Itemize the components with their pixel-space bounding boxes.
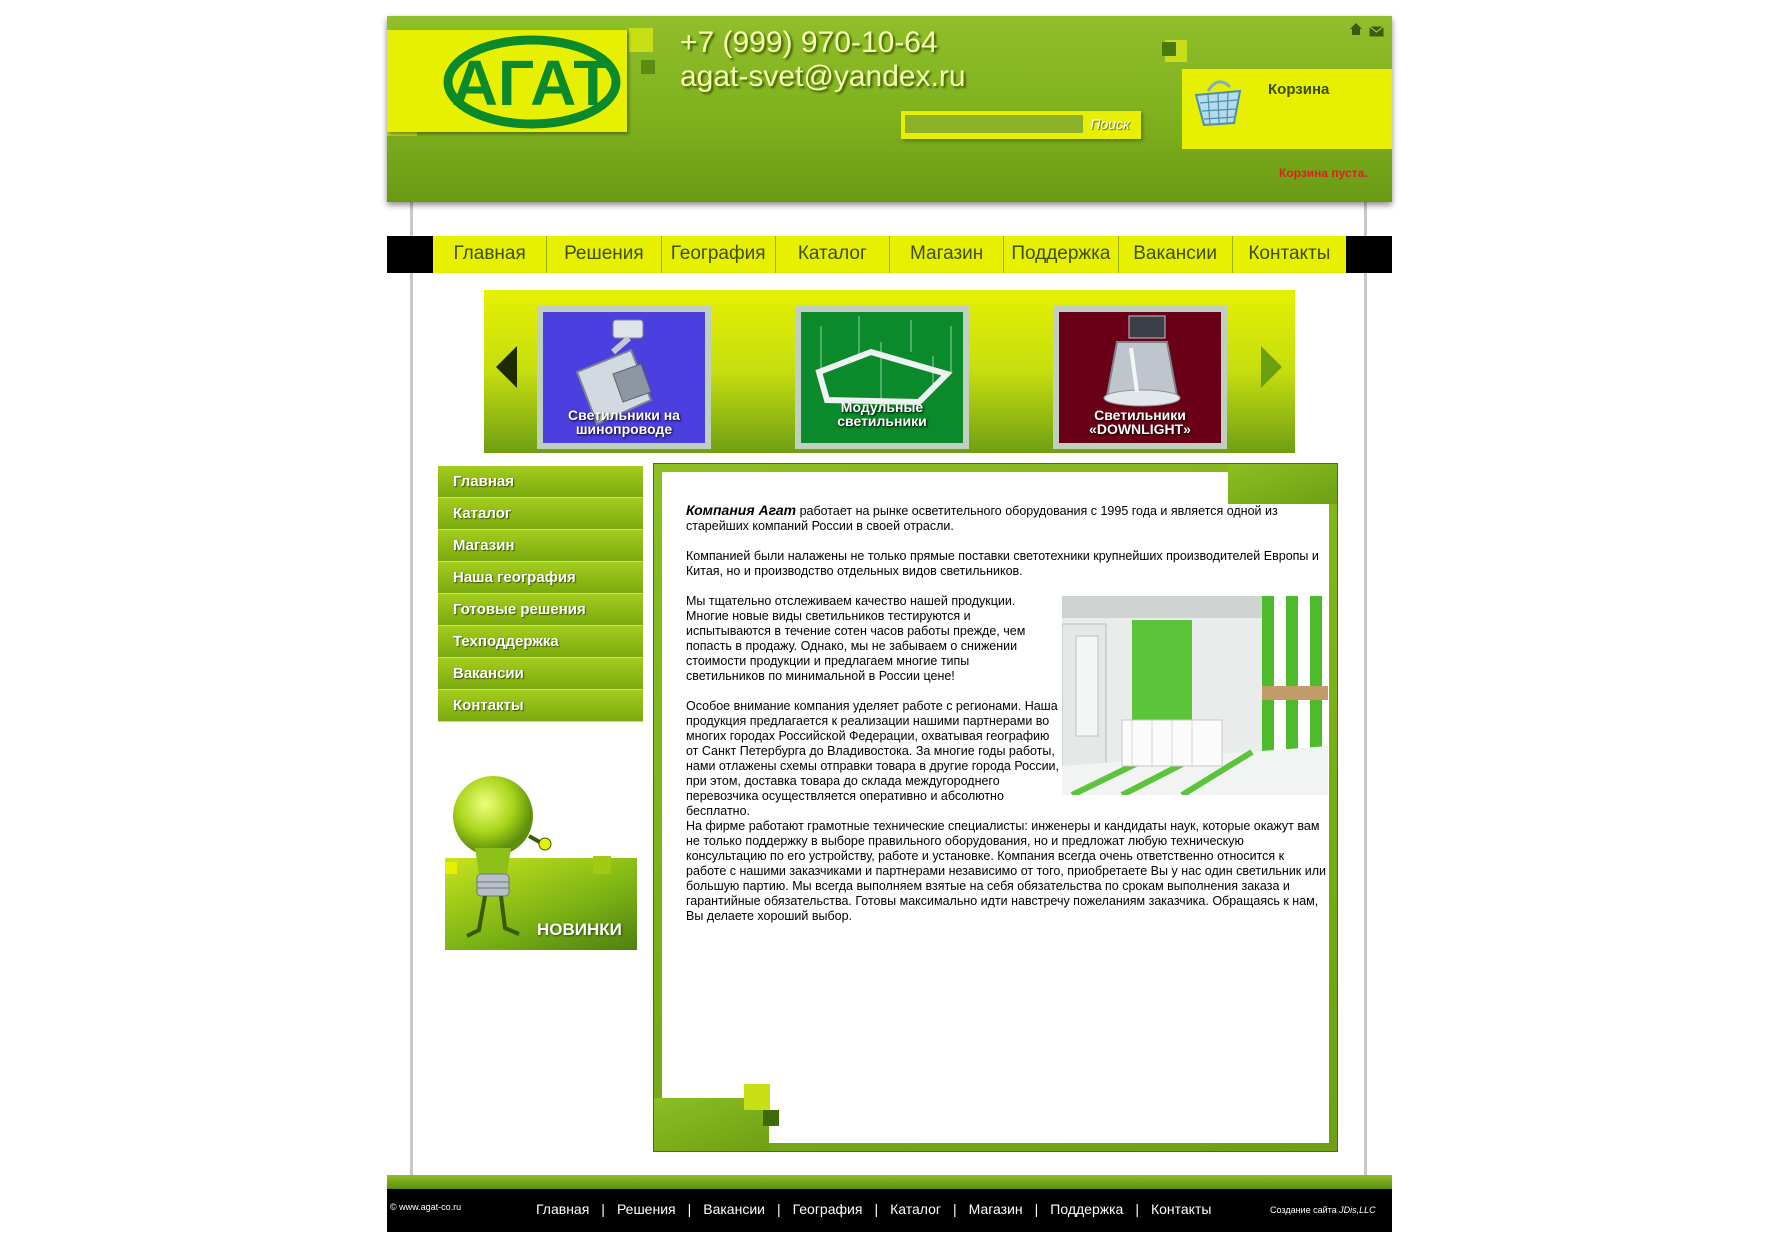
basket-icon bbox=[1194, 80, 1242, 127]
header-phone: +7 (999) 970-10-64 bbox=[680, 26, 938, 59]
paragraph-supplies: Компанией были налажены не только прямые… bbox=[686, 549, 1319, 578]
search-input[interactable] bbox=[905, 115, 1083, 133]
footer-nav-geography[interactable]: География bbox=[781, 1201, 875, 1217]
footer-credit: Создание сайта JDis,LLC bbox=[1270, 1205, 1376, 1215]
arrow-right-icon[interactable] bbox=[1261, 346, 1283, 393]
new-products-banner[interactable]: НОВИНКИ bbox=[445, 770, 637, 950]
side-menu: Главная Каталог Магазин Наша география Г… bbox=[438, 466, 643, 722]
search-button[interactable]: Поиск bbox=[1083, 113, 1137, 135]
page-frame-left bbox=[410, 200, 413, 1200]
agat-logo-icon: АГАТ bbox=[443, 35, 621, 129]
header-email[interactable]: agat-svet@yandex.ru bbox=[680, 60, 966, 94]
cart-status: Корзина пуста. bbox=[1279, 166, 1368, 180]
home-icon[interactable] bbox=[1349, 22, 1363, 41]
footer-nav-contacts[interactable]: Контакты bbox=[1139, 1201, 1223, 1217]
content-corner-tr bbox=[1228, 464, 1337, 504]
deco-square bbox=[744, 1084, 770, 1110]
paragraph-specialists: На фирме работают грамотные технические … bbox=[686, 819, 1326, 923]
main-content: Компания Агат работает на рынке осветите… bbox=[653, 463, 1338, 1152]
slide-label: Модульные светильники bbox=[837, 399, 927, 429]
mail-icon[interactable] bbox=[1369, 24, 1384, 42]
side-menu-solutions[interactable]: Готовые решения bbox=[438, 594, 643, 626]
side-menu-home[interactable]: Главная bbox=[438, 466, 643, 498]
paragraph-intro: Компания Агат работает на рынке осветите… bbox=[686, 502, 1278, 534]
slide-image: Светильники «DOWNLIGHT» bbox=[1059, 312, 1221, 443]
search-form: Поиск bbox=[901, 111, 1141, 139]
store-photo-image bbox=[1061, 596, 1328, 798]
logo-text: АГАТ bbox=[452, 47, 613, 119]
footer-nav-catalog[interactable]: Каталог bbox=[878, 1201, 953, 1217]
slide-label: Светильники на шинопроводе bbox=[568, 407, 680, 437]
top-nav-vacancies[interactable]: Вакансии bbox=[1119, 236, 1233, 273]
deco-square bbox=[1162, 42, 1176, 56]
site-header: АГАТ +7 (999) 970-10-64 agat-svet@yandex… bbox=[387, 16, 1392, 202]
top-nav-support[interactable]: Поддержка bbox=[1004, 236, 1119, 273]
deco-square bbox=[763, 1110, 779, 1126]
paragraph-regions: Особое внимание компания уделяет работе … bbox=[686, 699, 1060, 818]
footer-nav-support[interactable]: Поддержка bbox=[1038, 1201, 1135, 1217]
company-name: Компания Агат bbox=[686, 502, 797, 518]
side-menu-support[interactable]: Техподдержка bbox=[438, 626, 643, 658]
top-navigation: Главная Решения География Каталог Магази… bbox=[387, 236, 1392, 273]
banner-label: НОВИНКИ bbox=[537, 920, 622, 939]
top-nav-shop[interactable]: Магазин bbox=[890, 236, 1005, 273]
arrow-left-icon[interactable] bbox=[496, 346, 518, 393]
paragraph-quality: Мы тщательно отслеживаем качество нашей … bbox=[686, 594, 1026, 683]
side-menu-geography[interactable]: Наша география bbox=[438, 562, 643, 594]
side-menu-catalog[interactable]: Каталог bbox=[438, 498, 643, 530]
slide-modular-lights[interactable]: Модульные светильники bbox=[795, 306, 969, 449]
slide-image: Светильники на шинопроводе bbox=[543, 312, 705, 443]
slide-label: Светильники «DOWNLIGHT» bbox=[1089, 407, 1191, 437]
site-footer: © www.agat-co.ru Главная | Решения | Вакан… bbox=[387, 1175, 1392, 1232]
cart-widget[interactable]: Корзина bbox=[1182, 69, 1392, 149]
top-nav-geography[interactable]: География bbox=[662, 236, 776, 273]
footer-nav-shop[interactable]: Магазин bbox=[957, 1201, 1035, 1217]
top-nav-home[interactable]: Главная bbox=[433, 236, 548, 273]
side-menu-shop[interactable]: Магазин bbox=[438, 530, 643, 562]
footer-nav-solutions[interactable]: Решения bbox=[605, 1201, 688, 1217]
logo[interactable]: АГАТ bbox=[387, 30, 627, 132]
deco-square bbox=[629, 28, 653, 52]
product-slider: Светильники на шинопроводе Модульные свети… bbox=[484, 290, 1295, 453]
page-frame-right bbox=[1364, 200, 1367, 1200]
footer-navigation: Главная | Решения | Вакансии | География | К… bbox=[524, 1201, 1223, 1217]
top-nav-contacts[interactable]: Контакты bbox=[1233, 236, 1346, 273]
side-menu-contacts[interactable]: Контакты bbox=[438, 690, 643, 722]
slide-track-lights[interactable]: Светильники на шинопроводе bbox=[537, 306, 711, 449]
slide-image: Модульные светильники bbox=[801, 312, 963, 443]
side-menu-vacancies[interactable]: Вакансии bbox=[438, 658, 643, 690]
cart-title[interactable]: Корзина bbox=[1268, 81, 1329, 98]
footer-nav-vacancies[interactable]: Вакансии bbox=[691, 1201, 777, 1217]
footer-stripe bbox=[387, 1175, 1392, 1189]
slide-downlight[interactable]: Светильники «DOWNLIGHT» bbox=[1053, 306, 1227, 449]
top-nav-solutions[interactable]: Решения bbox=[547, 236, 662, 273]
footer-nav-home[interactable]: Главная bbox=[524, 1201, 601, 1217]
deco-square bbox=[641, 60, 655, 74]
store-interior-photo bbox=[1061, 596, 1328, 798]
footer-credit-link[interactable]: JDis,LLC bbox=[1339, 1205, 1376, 1215]
footer-copyright: © www.agat-co.ru bbox=[390, 1202, 462, 1212]
top-nav-catalog[interactable]: Каталог bbox=[776, 236, 890, 273]
deco-square bbox=[593, 856, 611, 874]
